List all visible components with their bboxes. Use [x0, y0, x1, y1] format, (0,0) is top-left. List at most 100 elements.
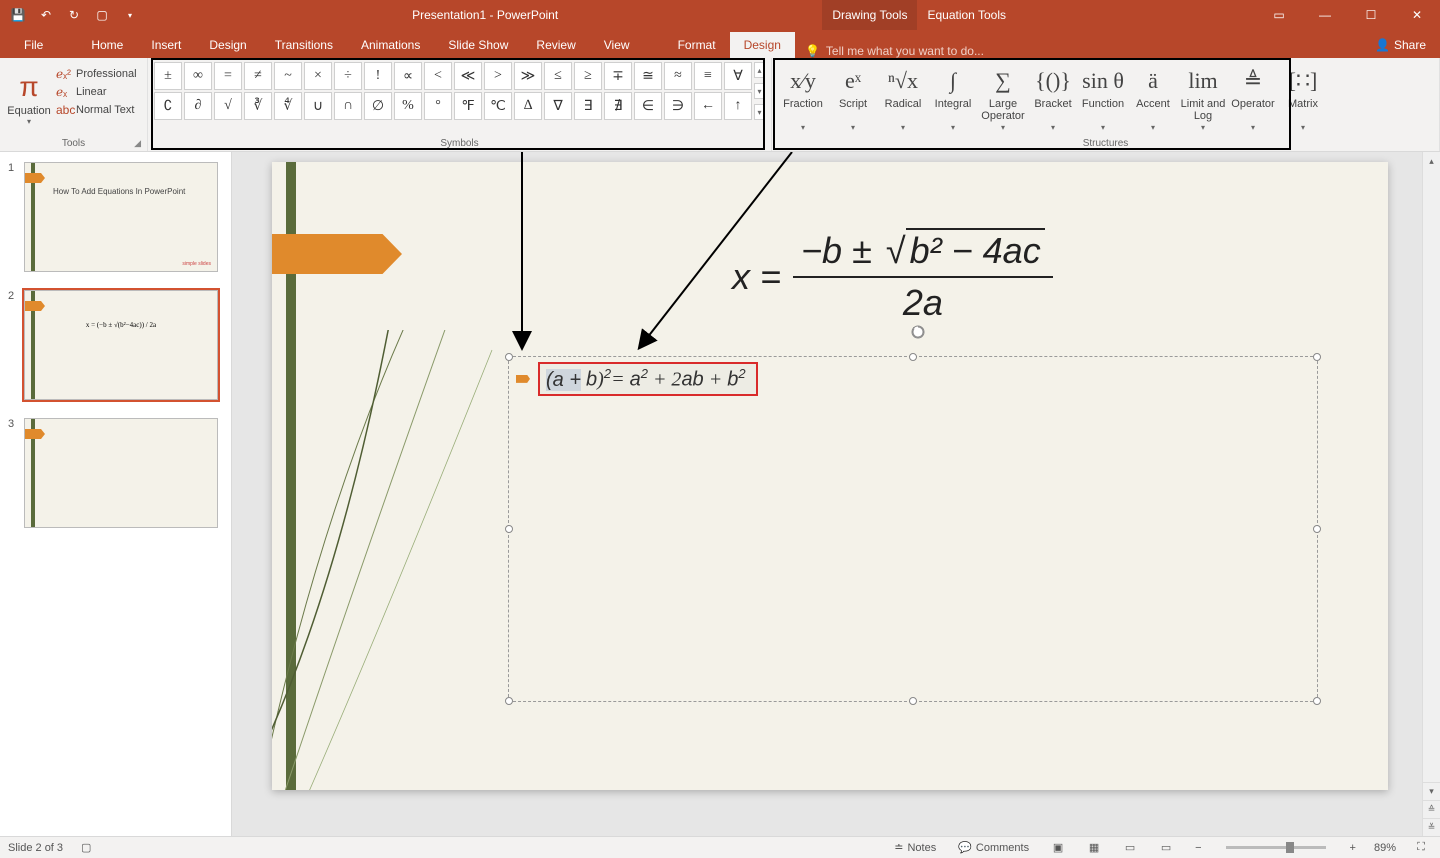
symbol-button[interactable]: ∋	[664, 92, 692, 120]
tab-format[interactable]: Format	[664, 32, 730, 58]
symbol-button[interactable]: ℃	[484, 92, 512, 120]
slideshow-view-button[interactable]: ▭	[1155, 839, 1177, 857]
notes-button[interactable]: ≐Notes	[890, 841, 940, 854]
symbol-button[interactable]: ←	[694, 92, 722, 120]
symbol-button[interactable]: ∄	[604, 92, 632, 120]
share-button[interactable]: 👤 Share	[1361, 32, 1440, 58]
symbols-scroll-down[interactable]: ▾	[754, 83, 765, 99]
qat-customize-button[interactable]: ▾	[118, 3, 142, 27]
symbol-button[interactable]: ≪	[454, 62, 482, 90]
symbol-button[interactable]: √	[214, 92, 242, 120]
symbol-button[interactable]: ~	[274, 62, 302, 90]
zoom-percent-label[interactable]: 89%	[1374, 842, 1396, 854]
accent-button[interactable]: äAccent▾	[1128, 62, 1178, 132]
resize-handle[interactable]	[1313, 697, 1321, 705]
script-button[interactable]: eˣScript▾	[828, 62, 878, 132]
resize-handle[interactable]	[505, 525, 513, 533]
equation-button[interactable]: π Equation ▾	[6, 62, 52, 132]
function-button[interactable]: sin θFunction▾	[1078, 62, 1128, 132]
close-button[interactable]: ✕	[1394, 0, 1440, 30]
integral-button[interactable]: ∫Integral▾	[928, 62, 978, 132]
tab-file[interactable]: File	[10, 32, 57, 58]
symbol-button[interactable]: ≡	[694, 62, 722, 90]
fraction-button[interactable]: x⁄yFraction▾	[778, 62, 828, 132]
undo-button[interactable]: ↶	[34, 3, 58, 27]
symbol-button[interactable]: ≫	[514, 62, 542, 90]
symbol-button[interactable]: ∛	[244, 92, 272, 120]
editor-vertical-scrollbar[interactable]: ▴ ▾ ≙ ≚	[1422, 152, 1440, 836]
tab-animations[interactable]: Animations	[347, 32, 434, 58]
symbol-button[interactable]: ∝	[394, 62, 422, 90]
reading-view-button[interactable]: ▭	[1119, 839, 1141, 857]
symbol-button[interactable]: !	[364, 62, 392, 90]
resize-handle[interactable]	[909, 353, 917, 361]
tell-me-search[interactable]: 💡 Tell me what you want to do...	[795, 44, 994, 58]
thumbnail-slide-1[interactable]: How To Add Equations In PowerPoint simpl…	[24, 162, 218, 272]
symbols-scroll-up[interactable]: ▴	[754, 62, 765, 78]
operator-button[interactable]: ≜Operator▾	[1228, 62, 1278, 132]
thumbnail-slide-2[interactable]: x = (−b ± √(b²−4ac)) / 2a	[24, 290, 218, 400]
minimize-button[interactable]: —	[1302, 0, 1348, 30]
scroll-up-button[interactable]: ▴	[1423, 152, 1440, 170]
normal-view-button[interactable]: ▣	[1047, 839, 1069, 857]
symbol-button[interactable]: ≤	[544, 62, 572, 90]
symbol-button[interactable]: ≠	[244, 62, 272, 90]
symbol-button[interactable]: ÷	[334, 62, 362, 90]
symbol-button[interactable]: ×	[304, 62, 332, 90]
resize-handle[interactable]	[909, 697, 917, 705]
symbol-button[interactable]: ±	[154, 62, 182, 90]
comments-button[interactable]: 💬Comments	[954, 841, 1033, 854]
normal-text-button[interactable]: abcNormal Text	[52, 102, 141, 118]
symbol-button[interactable]: ∩	[334, 92, 362, 120]
symbol-button[interactable]: ≥	[574, 62, 602, 90]
previous-slide-button[interactable]: ≙	[1423, 800, 1440, 818]
equation-binomial-expansion[interactable]: (a + b)2= a2 + 2ab + b2	[538, 362, 758, 396]
zoom-out-button[interactable]: −	[1191, 842, 1205, 854]
linear-button[interactable]: ℯₓLinear	[52, 84, 141, 100]
resize-handle[interactable]	[505, 353, 513, 361]
symbol-button[interactable]: °	[424, 92, 452, 120]
symbol-button[interactable]: %	[394, 92, 422, 120]
thumbnail-slide-3[interactable]	[24, 418, 218, 528]
tab-insert[interactable]: Insert	[137, 32, 195, 58]
professional-button[interactable]: ℯₓ²Professional	[52, 66, 141, 82]
next-slide-button[interactable]: ≚	[1423, 818, 1440, 836]
tab-design-equation[interactable]: Design	[730, 32, 795, 58]
resize-handle[interactable]	[1313, 353, 1321, 361]
tab-design-main[interactable]: Design	[195, 32, 260, 58]
symbol-button[interactable]: ∃	[574, 92, 602, 120]
ribbon-display-options-button[interactable]: ▭	[1256, 0, 1302, 30]
limit-log-button[interactable]: limLimit and Log▾	[1178, 62, 1228, 132]
symbol-button[interactable]: ∜	[274, 92, 302, 120]
symbol-button[interactable]: ∇	[544, 92, 572, 120]
resize-handle[interactable]	[1313, 525, 1321, 533]
symbol-button[interactable]: ≅	[634, 62, 662, 90]
slide-sorter-view-button[interactable]: ▦	[1083, 839, 1105, 857]
tab-home[interactable]: Home	[77, 32, 137, 58]
symbol-button[interactable]: ∆	[514, 92, 542, 120]
symbol-button[interactable]: ℉	[454, 92, 482, 120]
symbol-button[interactable]: ∁	[154, 92, 182, 120]
equation-text-box[interactable]	[508, 356, 1318, 702]
fit-to-window-button[interactable]: ⛶	[1410, 839, 1432, 857]
symbol-button[interactable]: >	[484, 62, 512, 90]
save-button[interactable]: 💾	[6, 3, 30, 27]
slide-canvas[interactable]: x = −b ± b² − 4ac 2a	[272, 162, 1388, 790]
tab-transitions[interactable]: Transitions	[261, 32, 347, 58]
start-from-beginning-button[interactable]: ▢	[90, 3, 114, 27]
zoom-slider-knob[interactable]	[1286, 842, 1294, 853]
tab-slideshow[interactable]: Slide Show	[434, 32, 522, 58]
symbol-button[interactable]: =	[214, 62, 242, 90]
spell-check-button[interactable]: ▢	[77, 841, 95, 854]
zoom-in-button[interactable]: +	[1346, 842, 1360, 854]
symbol-button[interactable]: ∪	[304, 92, 332, 120]
tab-view[interactable]: View	[590, 32, 644, 58]
symbol-button[interactable]: ≈	[664, 62, 692, 90]
symbol-button[interactable]: ∂	[184, 92, 212, 120]
equation-quadratic-formula[interactable]: x = −b ± b² − 4ac 2a	[732, 230, 1053, 324]
zoom-slider[interactable]	[1226, 846, 1326, 849]
tab-review[interactable]: Review	[522, 32, 589, 58]
tools-dialog-launcher[interactable]: ◢	[134, 138, 141, 149]
resize-handle[interactable]	[505, 697, 513, 705]
rotate-handle-icon[interactable]	[910, 324, 926, 340]
